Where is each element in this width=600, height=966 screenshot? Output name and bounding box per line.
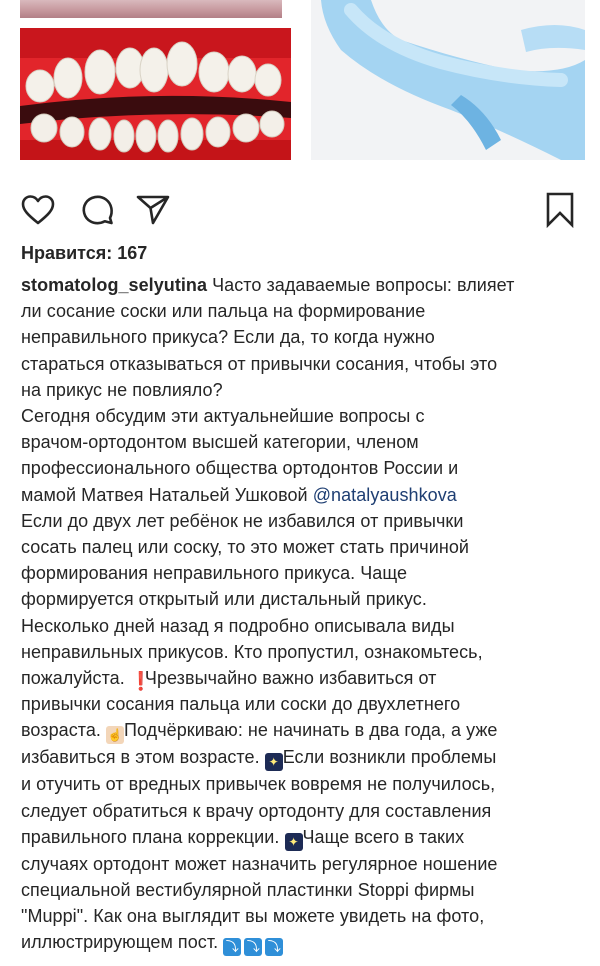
caption-line: на прикус не повлияло? [21, 379, 223, 400]
post-media[interactable] [0, 0, 600, 190]
caption-line: мамой Матвея Натальей Ушковой @natalyaus… [21, 484, 457, 505]
caption-line: специальной вестибулярной пластинки Stop… [21, 880, 475, 901]
caption-line: Несколько дней назад я подробно описывал… [21, 615, 455, 636]
caption-line: формируется открытый или дистальный прик… [21, 589, 427, 610]
night-sky-icon: ✦ [264, 753, 283, 772]
bookmark-icon[interactable] [540, 192, 580, 228]
pointing-hand-icon: ☝ [106, 726, 125, 745]
caption-line: случаях ортодонт может назначить регуляр… [21, 853, 498, 874]
caption-line: stomatolog_selyutina Часто задаваемые во… [21, 275, 515, 295]
mention-link[interactable]: @natalyaushkova [313, 485, 457, 505]
caption-line: следует обратиться к врачу ортодонту для… [21, 800, 492, 821]
caption-line: иллюстрирующем пост. ⤵ ⤵ ⤵ [21, 929, 581, 957]
caption-line: врачом-ортодонтом высшей категории, член… [21, 432, 419, 453]
heart-icon[interactable] [18, 192, 58, 228]
caption-line: сосать палец или соску, то это может ста… [21, 537, 469, 558]
post-caption: stomatolog_selyutina Часто задаваемые во… [21, 272, 581, 957]
caption-line: привычки сосания пальца или соски до дву… [21, 694, 461, 715]
caption-line: формирования неправильного прикуса. Чаще [21, 563, 408, 584]
author-username[interactable]: stomatolog_selyutina [21, 275, 207, 295]
exclamation-icon: ❗ [129, 671, 153, 692]
paper-plane-icon[interactable] [133, 192, 173, 228]
vestibular-plate-photo [311, 0, 585, 160]
caption-line: ли сосание соски или пальца на формирова… [21, 301, 426, 322]
arrow-down-icon: ⤵ [265, 938, 284, 957]
caption-line: стараться отказываться от привычки сосан… [21, 353, 498, 374]
caption-line: избавиться в этом возрасте. ✦ Если возник… [21, 747, 497, 772]
caption-line: Сегодня обсудим эти актуальнейшие вопрос… [21, 406, 425, 427]
arrow-down-icon: ⤵ [223, 938, 242, 957]
caption-line: "Muppi". Как она выглядит вы можете увид… [21, 906, 485, 927]
night-sky-icon: ✦ [284, 832, 303, 851]
caption-line: и отучить от вредных привычек вовремя не… [21, 774, 496, 795]
caption-line: Если до двух лет ребёнок не избавился от… [21, 510, 464, 531]
caption-line: возраста. ☝Подчёркиваю: не начинать в дв… [21, 720, 498, 745]
likes-count[interactable]: Нравится: 167 [21, 243, 147, 264]
comment-icon[interactable] [78, 192, 118, 228]
caption-line: неправильных прикусов. Кто пропустил, оз… [21, 641, 483, 662]
lips-photo [20, 0, 282, 18]
caption-line: профессионального общества ортодонтов Ро… [21, 458, 459, 479]
post-actions-bar [0, 192, 600, 232]
caption-line: пожалуйста. ❗ Чрезвычайно важно избавить… [21, 668, 437, 692]
caption-line: неправильного прикуса? Если да, то когда… [21, 327, 435, 348]
teeth-photo [20, 28, 291, 160]
caption-line: правильного плана коррекции. ✦ Чаще всего… [21, 826, 465, 851]
arrow-down-icon: ⤵ [244, 938, 263, 957]
